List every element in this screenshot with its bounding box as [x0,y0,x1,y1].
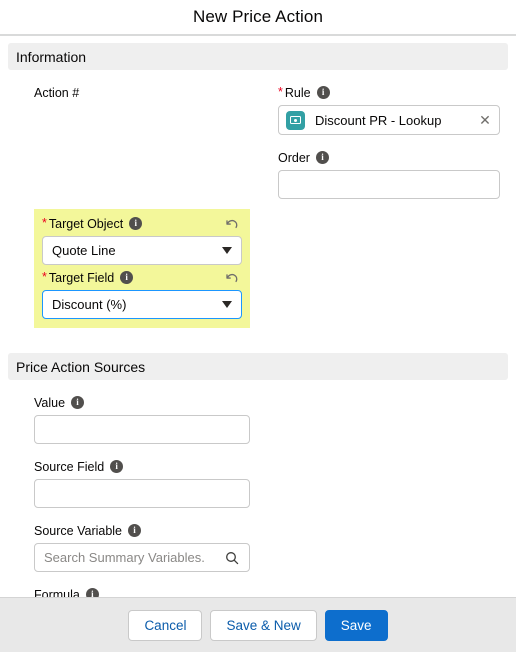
save-button[interactable]: Save [324,609,388,641]
price-action-sources-right-column [258,380,508,598]
changed-fields-highlight: * Target Object i Quote Line * Target Fi… [34,209,250,328]
price-action-sources-left-column: Value i Source Field i Source Variable i… [8,380,258,598]
price-action-sources-columns: Value i Source Field i Source Variable i… [0,380,516,598]
information-left-column: Action # [8,70,258,199]
modal-footer: Cancel Save & New Save [0,597,516,652]
target-field-required-indicator: * [42,270,47,285]
info-icon[interactable]: i [129,217,143,230]
chevron-down-icon [222,247,232,254]
info-icon[interactable]: i [110,460,124,473]
field-order: Order i [278,149,500,199]
section-header-price-action-sources: Price Action Sources [8,353,508,380]
source-variable-label-row: Source Variable i [34,522,250,539]
section-header-information: Information [8,43,508,70]
field-action-number: Action # [34,84,250,101]
undo-icon[interactable] [222,268,240,286]
order-input[interactable] [278,170,500,199]
rule-lookup-value: Discount PR - Lookup [315,112,442,128]
save-and-new-button[interactable]: Save & New [210,609,317,641]
field-target-object: * Target Object i Quote Line [42,215,242,265]
rule-required-indicator: * [278,85,283,100]
information-columns: Action # * Rule i Discount PR - Lookup ✕ [0,70,516,199]
target-object-select[interactable]: Quote Line [42,236,242,265]
page-title: New Price Action [192,7,324,26]
info-icon[interactable]: i [316,86,330,99]
field-value: Value i [34,394,250,444]
rule-label-row: * Rule i [278,84,500,101]
source-field-label: Source Field [34,459,105,474]
source-variable-label: Source Variable [34,523,123,538]
order-label: Order [278,150,310,165]
modal-body: Information Action # * Rule i Discount P… [0,36,516,598]
source-field-input[interactable] [34,479,250,508]
value-label-row: Value i [34,394,250,411]
search-icon[interactable] [224,550,240,566]
source-variable-search-input[interactable]: Search Summary Variables. [34,543,250,572]
info-icon[interactable]: i [71,396,85,409]
record-icon [286,110,305,130]
field-rule: * Rule i Discount PR - Lookup ✕ [278,84,500,135]
target-field-value: Discount (%) [52,297,127,312]
section-header-information-label: Information [16,48,87,65]
info-icon[interactable]: i [128,524,142,537]
target-field-label: Target Field [48,270,115,285]
target-object-label: Target Object [48,216,124,231]
target-object-required-indicator: * [42,216,47,231]
information-right-column: * Rule i Discount PR - Lookup ✕ Order i [258,70,508,199]
value-input[interactable] [34,415,250,444]
info-icon[interactable]: i [120,271,134,284]
field-source-field: Source Field i [34,458,250,508]
action-number-label-row: Action # [34,84,250,101]
value-label: Value [34,395,66,410]
info-icon[interactable]: i [315,151,329,164]
field-target-field: * Target Field i Discount (%) [42,269,242,319]
close-icon[interactable]: ✕ [475,110,495,130]
undo-icon[interactable] [222,214,240,232]
target-field-select[interactable]: Discount (%) [42,290,242,319]
source-variable-placeholder: Search Summary Variables. [44,550,205,565]
rule-lookup-pill[interactable]: Discount PR - Lookup ✕ [278,105,500,135]
rule-label: Rule [284,85,311,100]
target-object-label-row: * Target Object i [42,215,242,232]
chevron-down-icon [222,301,232,308]
source-field-label-row: Source Field i [34,458,250,475]
target-object-value: Quote Line [52,243,116,258]
target-field-label-row: * Target Field i [42,269,242,286]
action-number-label: Action # [34,85,80,100]
field-source-variable: Source Variable i Search Summary Variabl… [34,522,250,572]
modal-header: New Price Action [0,0,516,36]
cancel-button[interactable]: Cancel [128,609,203,641]
section-header-price-action-sources-label: Price Action Sources [16,358,146,375]
order-label-row: Order i [278,149,500,166]
